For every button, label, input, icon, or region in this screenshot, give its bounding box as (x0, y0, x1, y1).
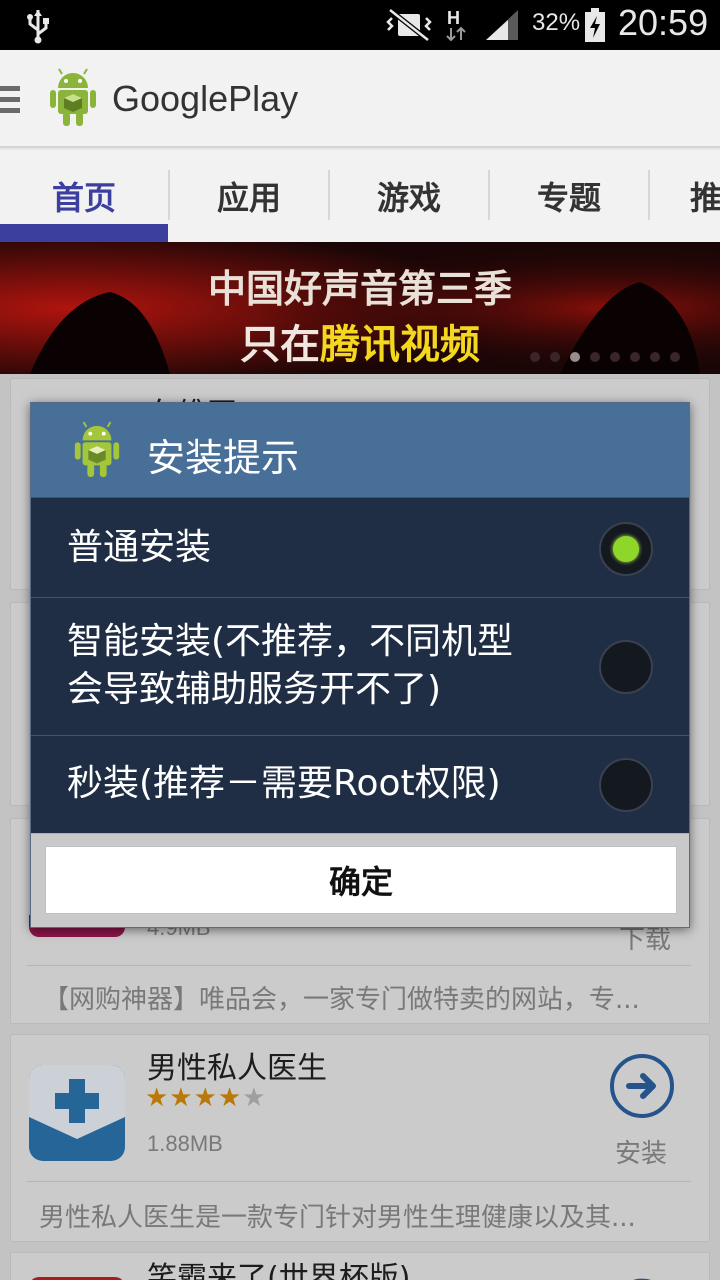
app-title: GooglePlay (112, 78, 299, 119)
option-label: 秒装(推荐－需要Root权限) (67, 763, 501, 804)
android-logo-icon (74, 421, 120, 477)
carousel-dot[interactable] (670, 352, 680, 362)
battery-charging-icon (585, 8, 605, 42)
banner-subline-prefix: 只在 (240, 322, 320, 368)
usb-icon (27, 10, 49, 44)
carousel-dot[interactable] (630, 352, 640, 362)
dialog-button-bar: 确定 (31, 833, 689, 927)
option-normal-install[interactable]: 普通安装 (31, 497, 689, 597)
menu-icon[interactable] (0, 84, 20, 116)
carousel-indicator (530, 352, 680, 362)
carousel-dot[interactable] (610, 352, 620, 362)
signal-icon (486, 10, 518, 40)
h-data-icon: H (446, 8, 466, 42)
install-dialog: 安装提示 普通安装 智能安装(不推荐，不同机型 会导致辅助服务开不了) 秒装(推… (30, 402, 690, 928)
app-bar: GooglePlay (0, 50, 720, 148)
dialog-header: 安装提示 (31, 403, 689, 497)
option-instant-install[interactable]: 秒装(推荐－需要Root权限) (31, 735, 689, 833)
option-label: 普通安装 (67, 527, 212, 568)
android-logo-icon (50, 68, 96, 126)
tab-apps[interactable]: 应用 (170, 150, 328, 242)
carousel-dot[interactable] (550, 352, 560, 362)
tab-recommend[interactable]: 推 (690, 150, 720, 242)
status-bar: H 32% 20:59 (0, 0, 720, 50)
tab-topics[interactable]: 专题 (490, 150, 648, 242)
banner-headline: 中国好声音第三季 (207, 267, 512, 311)
battery-percent: 32% (532, 9, 581, 36)
vibrate-mute-icon (386, 8, 432, 42)
dialog-title: 安装提示 (147, 436, 300, 480)
carousel-dot[interactable] (530, 352, 540, 362)
svg-text:H: H (447, 8, 460, 28)
radio-unselected[interactable] (599, 758, 653, 812)
carousel-dot[interactable] (590, 352, 600, 362)
tab-active-indicator (0, 224, 168, 242)
carousel-dot-active[interactable] (570, 352, 580, 362)
clock: 20:59 (618, 2, 709, 43)
tab-divider (648, 170, 650, 220)
radio-selected[interactable] (599, 522, 653, 576)
option-label-line1: 智能安装(不推荐，不同机型 (67, 621, 514, 662)
radio-unselected[interactable] (599, 640, 653, 694)
radio-dot (613, 536, 639, 562)
tab-games[interactable]: 游戏 (330, 150, 488, 242)
banner-subline-highlight: 腾讯视频 (320, 322, 480, 368)
confirm-button[interactable]: 确定 (45, 846, 677, 914)
option-label-line2: 会导致辅助服务开不了) (67, 669, 442, 710)
option-smart-install[interactable]: 智能安装(不推荐，不同机型 会导致辅助服务开不了) (31, 597, 689, 735)
carousel-dot[interactable] (650, 352, 660, 362)
